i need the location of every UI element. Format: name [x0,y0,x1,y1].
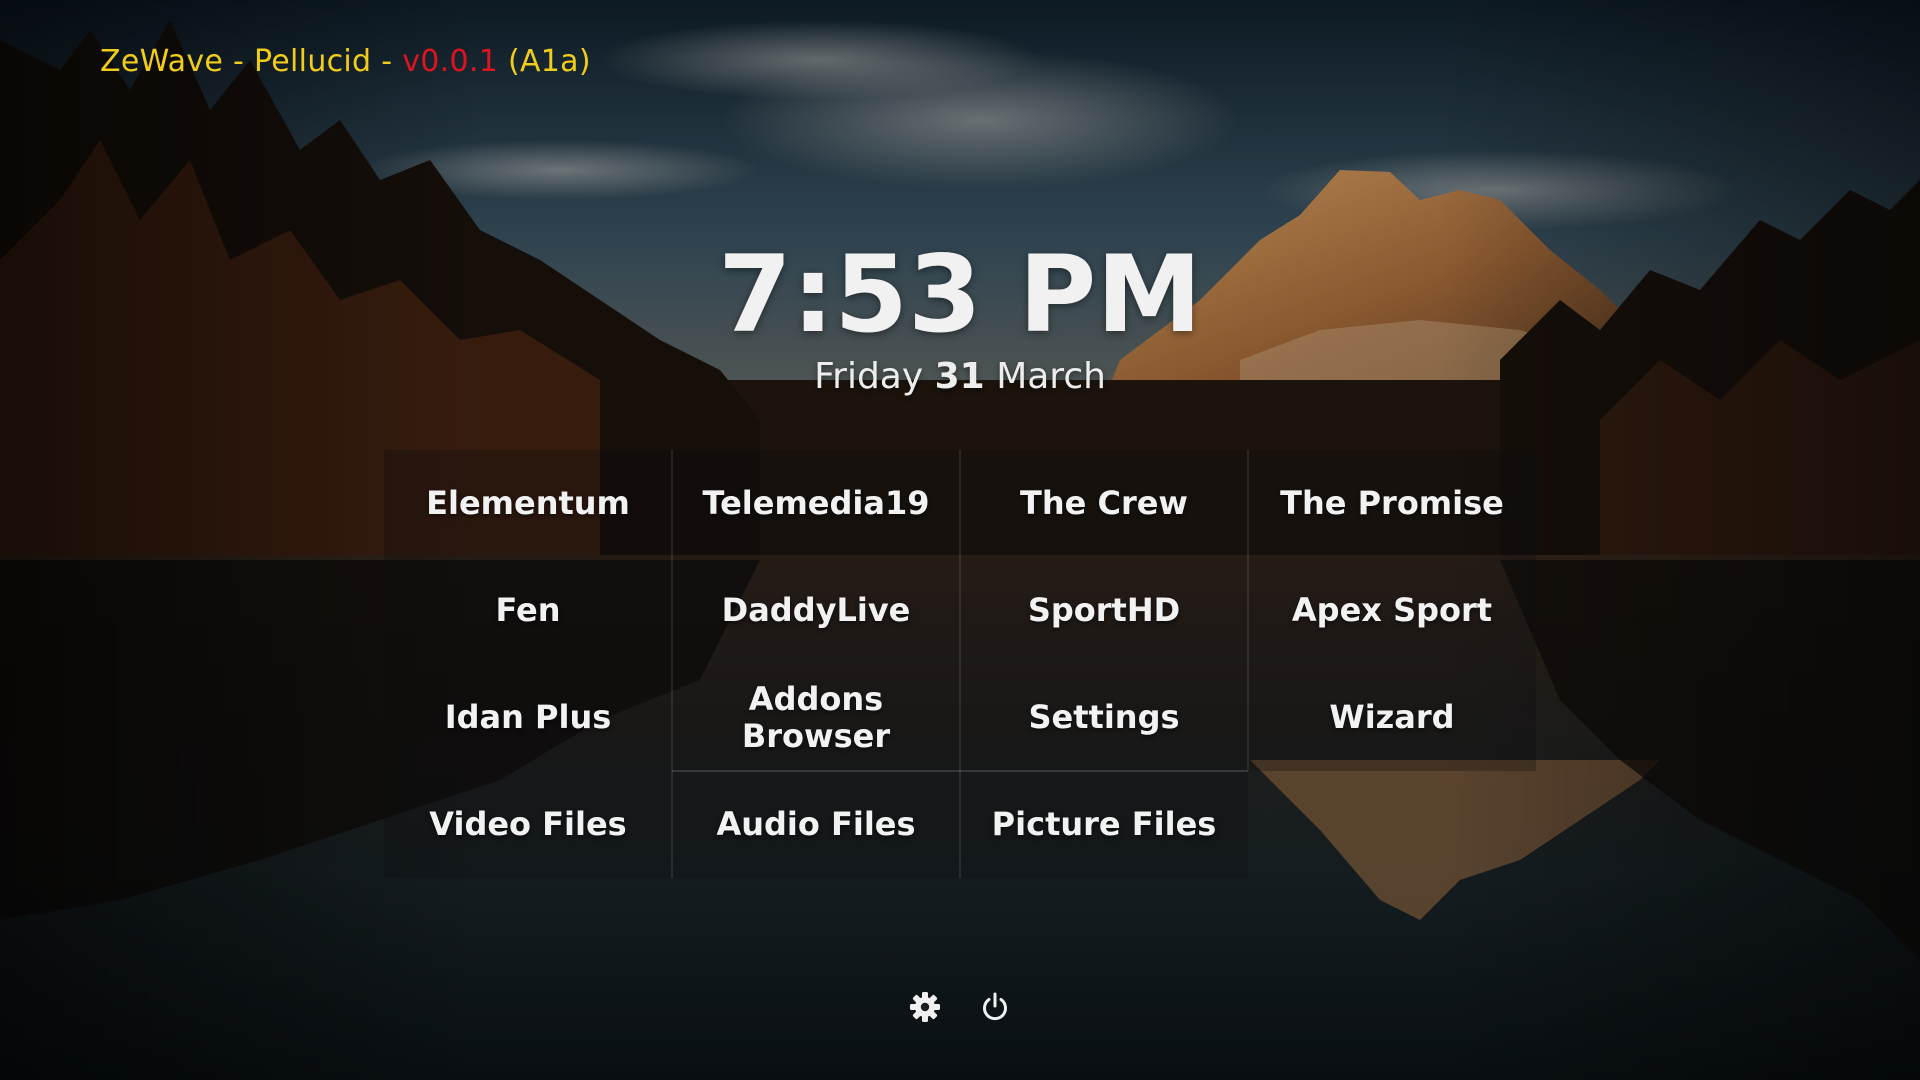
menu-item-label: Telemedia19 [702,484,930,522]
menu-item-picture-files[interactable]: Picture Files [960,771,1248,878]
menu-item-label: DaddyLive [721,591,911,629]
menu-item-audio-files[interactable]: Audio Files [672,771,960,878]
menu-item-label: Picture Files [991,805,1217,843]
menu-item-the-promise[interactable]: The Promise [1248,450,1536,557]
menu-item-wizard[interactable]: Wizard [1248,664,1536,771]
menu-item-label: Elementum [426,484,630,522]
menu-item-daddylive[interactable]: DaddyLive [672,557,960,664]
build-label: (A1a) [498,44,591,79]
date-day: 31 [934,356,985,397]
menu-item-label: Settings [1028,698,1180,736]
grid-divider [672,770,1248,772]
menu-item-telemedia19[interactable]: Telemedia19 [672,450,960,557]
skin-name: Pellucid [253,44,372,79]
menu-item-label: Audio Files [716,805,916,843]
clock-date: Friday 31 March [0,354,1920,400]
grid-divider [959,450,961,878]
menu-item-video-files[interactable]: Video Files [384,771,672,878]
menu-item-addons-browser[interactable]: Addons Browser [672,664,960,771]
menu-item-elementum[interactable]: Elementum [384,450,672,557]
menu-item-label: The Crew [1020,484,1188,522]
menu-item-label: Fen [495,591,561,629]
main-menu-grid: Elementum Telemedia19 The Crew The Promi… [384,450,1536,878]
title-separator: - [223,44,254,79]
menu-item-label: Addons Browser [741,679,891,755]
date-month: March [996,356,1106,397]
menu-item-label: Video Files [429,805,627,843]
menu-item-the-crew[interactable]: The Crew [960,450,1248,557]
title-separator: - [371,44,403,79]
app-name: ZeWave [100,44,224,79]
gear-icon [910,992,940,1022]
app-title: ZeWave - Pellucid - v0.0.1 (A1a) [100,44,591,79]
date-weekday: Friday [814,356,924,397]
version-label: v0.0.1 [402,44,499,79]
menu-item-label: Idan Plus [444,698,612,736]
grid-divider [1247,450,1249,771]
menu-item-label: SportHD [1027,591,1181,629]
menu-item-idan-plus[interactable]: Idan Plus [384,664,672,771]
menu-item-settings[interactable]: Settings [960,664,1248,771]
clock-time: 7:53 PM [718,233,1202,356]
home-screen: ZeWave - Pellucid - v0.0.1 (A1a) 7:53 PM… [0,0,1920,1080]
grid-divider [671,450,673,878]
settings-button[interactable] [905,987,945,1027]
menu-item-fen[interactable]: Fen [384,557,672,664]
menu-item-label: The Promise [1280,484,1504,522]
menu-item-label: Apex Sport [1291,591,1493,629]
menu-item-label: Wizard [1329,698,1455,736]
power-icon [983,992,1007,1021]
menu-item-apex-sport[interactable]: Apex Sport [1248,557,1536,664]
footer-controls [905,987,1015,1027]
power-button[interactable] [975,987,1015,1027]
menu-item-sporthd[interactable]: SportHD [960,557,1248,664]
